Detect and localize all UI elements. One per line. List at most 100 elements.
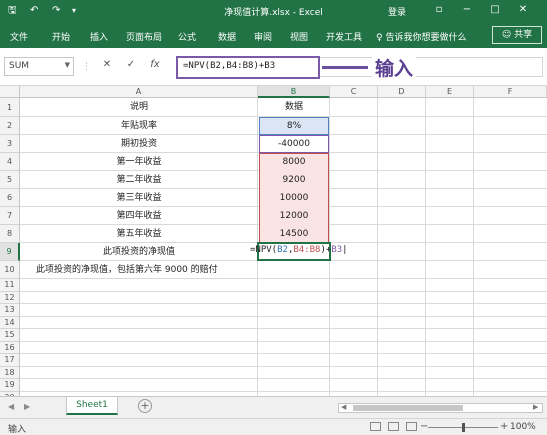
formula-prefix: =NPV( xyxy=(250,245,278,255)
insert-function-icon[interactable]: fx xyxy=(148,59,162,70)
chevron-down-icon[interactable]: ▼ xyxy=(65,61,70,69)
sheet-tab-sheet1[interactable]: Sheet1 xyxy=(66,397,118,415)
row-header-9[interactable]: 9 xyxy=(0,243,20,261)
person-icon: ☺ xyxy=(501,30,515,40)
row-header-12[interactable]: 12 xyxy=(0,291,20,304)
zoom-slider-knob[interactable] xyxy=(462,423,465,432)
text-cursor: | xyxy=(342,245,348,255)
row-header-5[interactable]: 5 xyxy=(0,171,20,189)
tab-page-layout[interactable]: 页面布局 xyxy=(126,30,162,43)
column-header-b[interactable]: B xyxy=(258,86,330,98)
tab-file[interactable]: 文件 xyxy=(10,30,28,43)
formula-bar-divider: ⋮ xyxy=(82,62,91,72)
tell-me-search[interactable]: ♀ 告诉我你想要做什么 xyxy=(376,30,466,43)
status-bar: 输入 − + 100% xyxy=(0,418,547,435)
horizontal-scrollbar[interactable]: ◀ ▶ xyxy=(338,403,543,413)
column-header-a[interactable]: A xyxy=(20,86,258,98)
cell-b4[interactable]: 8000 xyxy=(258,153,330,171)
row-header-13[interactable]: 13 xyxy=(0,304,20,317)
normal-view-icon[interactable] xyxy=(370,422,381,431)
add-sheet-button[interactable]: + xyxy=(138,399,152,413)
name-box-value: SUM xyxy=(9,61,30,71)
cell-a3[interactable]: 期初投资 xyxy=(20,135,258,153)
status-mode: 输入 xyxy=(8,425,27,435)
select-all-corner[interactable] xyxy=(0,86,20,98)
row-header-17[interactable]: 17 xyxy=(0,354,20,367)
close-icon[interactable]: ✕ xyxy=(516,3,530,17)
column-header-c[interactable]: C xyxy=(330,86,378,98)
formula-input[interactable]: =NPV(B2,B4:B8)+B3 xyxy=(176,56,320,79)
tab-review[interactable]: 审阅 xyxy=(254,30,272,43)
formula-ref-b2: B2 xyxy=(277,245,288,255)
tab-developer[interactable]: 开发工具 xyxy=(326,30,362,43)
row-header-18[interactable]: 18 xyxy=(0,366,20,379)
share-label: 共享 xyxy=(514,30,533,40)
formula-ref-b4-b8: B4:B8 xyxy=(293,245,321,255)
tab-home[interactable]: 开始 xyxy=(52,30,70,43)
zoom-level[interactable]: 100% xyxy=(510,422,536,432)
scroll-left-icon[interactable]: ◀ xyxy=(341,403,346,411)
cell-a6[interactable]: 第三年收益 xyxy=(20,189,258,207)
prev-sheet-icon[interactable]: ◀ xyxy=(8,402,14,411)
cell-a5[interactable]: 第二年收益 xyxy=(20,171,258,189)
column-header-d[interactable]: D xyxy=(378,86,426,98)
restore-ribbon-icon[interactable]: ▫ xyxy=(432,3,446,17)
tab-formulas[interactable]: 公式 xyxy=(178,30,196,43)
zoom-in-icon[interactable]: + xyxy=(500,421,508,432)
row-header-11[interactable]: 11 xyxy=(0,279,20,292)
cell-b5[interactable]: 9200 xyxy=(258,171,330,189)
cell-a8[interactable]: 第五年收益 xyxy=(20,225,258,243)
row-header-1[interactable]: 1 xyxy=(0,98,20,117)
tab-insert[interactable]: 插入 xyxy=(90,30,108,43)
cell-b2[interactable]: 8% xyxy=(258,117,330,135)
row-gridline xyxy=(20,340,547,342)
worksheet-grid[interactable]: ABCDEF 1234567891011121314151617181920 说… xyxy=(0,86,547,396)
row-header-3[interactable]: 3 xyxy=(0,135,20,153)
annotation-label: 输入 xyxy=(372,54,417,81)
cell-a2[interactable]: 年贴现率 xyxy=(20,117,258,135)
cell-b3[interactable]: -40000 xyxy=(258,135,330,153)
scroll-right-icon[interactable]: ▶ xyxy=(533,403,538,411)
cell-a10[interactable]: 此项投资的净现值，包括第六年 9000 的赔付 xyxy=(36,261,218,279)
cell-a9[interactable]: 此项投资的净现值 xyxy=(20,243,258,261)
scroll-thumb[interactable] xyxy=(353,405,463,411)
cell-b7[interactable]: 12000 xyxy=(258,207,330,225)
cell-b9-editing[interactable]: =NPV(B2,B4:B8)+B3| xyxy=(250,245,348,255)
row-header-19[interactable]: 19 xyxy=(0,379,20,392)
column-gridline xyxy=(425,98,426,396)
next-sheet-icon[interactable]: ▶ xyxy=(24,402,30,411)
tab-view[interactable]: 视图 xyxy=(290,30,308,43)
maximize-icon[interactable]: □ xyxy=(488,3,502,17)
row-header-6[interactable]: 6 xyxy=(0,189,20,207)
row-header-8[interactable]: 8 xyxy=(0,225,20,243)
tab-data[interactable]: 数据 xyxy=(218,30,236,43)
column-gridline xyxy=(377,98,378,396)
cell-a1[interactable]: 说明 xyxy=(20,98,258,117)
share-button[interactable]: ☺ 共享 xyxy=(492,26,542,44)
column-header-e[interactable]: E xyxy=(426,86,474,98)
row-header-15[interactable]: 15 xyxy=(0,329,20,342)
row-header-10[interactable]: 10 xyxy=(0,261,20,279)
cell-b6[interactable]: 10000 xyxy=(258,189,330,207)
minimize-icon[interactable]: − xyxy=(460,3,474,17)
cell-b1[interactable]: 数据 xyxy=(258,98,330,117)
sheet-tab-bar: ◀ ▶ Sheet1 + ◀ ▶ xyxy=(0,396,547,418)
row-header-2[interactable]: 2 xyxy=(0,117,20,135)
row-header-7[interactable]: 7 xyxy=(0,207,20,225)
page-layout-view-icon[interactable] xyxy=(388,422,399,431)
row-header-4[interactable]: 4 xyxy=(0,153,20,171)
enter-icon[interactable]: ✓ xyxy=(124,59,138,70)
row-gridline xyxy=(20,390,547,392)
column-header-f[interactable]: F xyxy=(474,86,547,98)
row-header-16[interactable]: 16 xyxy=(0,341,20,354)
row-header-14[interactable]: 14 xyxy=(0,316,20,329)
cell-a4[interactable]: 第一年收益 xyxy=(20,153,258,171)
login-link[interactable]: 登录 xyxy=(388,5,406,18)
cell-b8[interactable]: 14500 xyxy=(258,225,330,243)
title-bar: 🖫 ↶ ↷ ▾ 净现值计算.xlsx - Excel 登录 ▫ − □ ✕ xyxy=(0,0,547,22)
cancel-icon[interactable]: ✕ xyxy=(100,59,114,70)
cell-a7[interactable]: 第四年收益 xyxy=(20,207,258,225)
name-box[interactable]: SUM ▼ xyxy=(4,57,74,76)
row-gridline xyxy=(20,303,547,304)
page-break-view-icon[interactable] xyxy=(406,422,417,431)
